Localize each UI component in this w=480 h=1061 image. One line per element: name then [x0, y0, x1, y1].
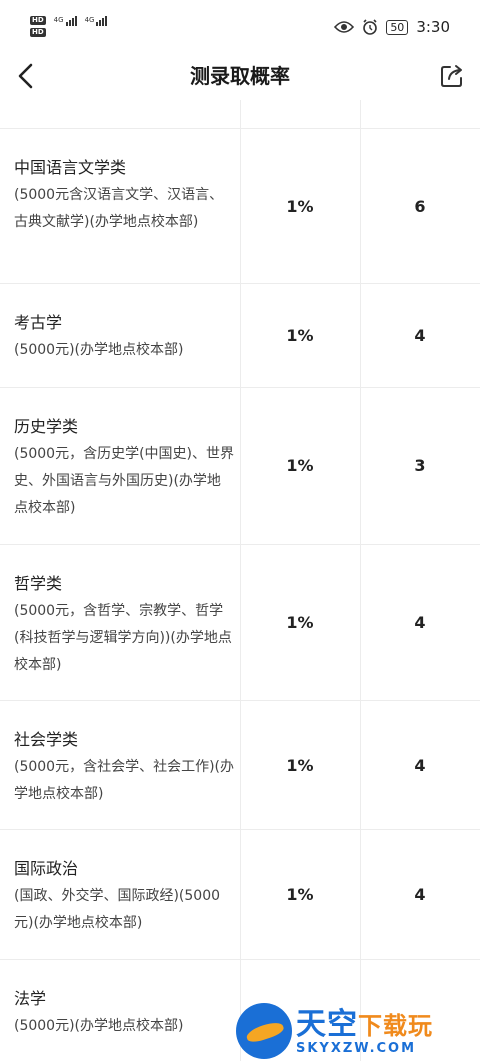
signal-icon: 4G: [85, 16, 108, 26]
probability-value: 1%: [286, 756, 314, 775]
clock: 3:30: [416, 18, 450, 36]
table-row[interactable]: 社会学类 (5000元，含社会学、社会工作)(办学地点校本部) 1% 4: [0, 700, 480, 829]
table-row[interactable]: 考古学 (5000元)(办学地点校本部) 1% 4: [0, 283, 480, 387]
major-detail: (5000元，含社会学、社会工作)(办学地点校本部): [14, 759, 235, 802]
major-cell: 历史学类 (5000元，含历史学(中国史)、世界史、外国语言与外国历史)(办学地…: [14, 416, 234, 522]
major-detail: (5000元，含历史学(中国史)、世界史、外国语言与外国历史)(办学地点校本部): [14, 446, 235, 516]
table-row[interactable]: 历史学类 (5000元，含历史学(中国史)、世界史、外国语言与外国历史)(办学地…: [0, 387, 480, 544]
watermark-logo-icon: [236, 1003, 292, 1059]
status-bar: HD HD 4G 4G 50 3:30: [0, 0, 480, 50]
probability-value: 1%: [286, 197, 314, 216]
major-detail: (5000元)(办学地点校本部): [14, 1018, 184, 1034]
hd-badge: HD: [30, 28, 46, 37]
count-value: 6: [414, 197, 426, 216]
hd-badge: HD: [30, 16, 46, 25]
site-watermark: 天空下载玩 SKYXZW.COM: [230, 999, 480, 1061]
probability-value: 1%: [286, 613, 314, 632]
alarm-icon: [363, 19, 378, 35]
major-cell: 国际政治 (国政、外交学、国际政经)(5000元)(办学地点校本部): [14, 858, 234, 937]
table-row[interactable]: 国际政治 (国政、外交学、国际政经)(5000元)(办学地点校本部) 1% 4: [0, 829, 480, 959]
major-cell: 中国语言文学类 (5000元含汉语言文学、汉语言、古典文献学)(办学地点校本部): [14, 157, 234, 236]
major-cell: 法学 (5000元)(办学地点校本部): [14, 988, 234, 1040]
count-value: 4: [414, 326, 426, 345]
share-button[interactable]: [434, 58, 470, 94]
major-cell: 社会学类 (5000元，含社会学、社会工作)(办学地点校本部): [14, 729, 234, 808]
count-value: 4: [414, 613, 426, 632]
major-detail: (5000元，含哲学、宗教学、哲学(科技哲学与逻辑学方向))(办学地点校本部): [14, 603, 232, 673]
watermark-title: 天空下载玩: [296, 1007, 433, 1042]
major-name: 社会学类: [14, 730, 79, 749]
major-detail: (5000元含汉语言文学、汉语言、古典文献学)(办学地点校本部): [14, 187, 224, 230]
count-value: 3: [414, 456, 426, 475]
page-title: 测录取概率: [190, 64, 290, 88]
status-left: HD HD 4G 4G: [30, 16, 108, 37]
major-name: 国际政治: [14, 859, 79, 878]
major-detail: (5000元)(办学地点校本部): [14, 342, 184, 358]
major-name: 历史学类: [14, 417, 79, 436]
major-name: 法学: [14, 989, 47, 1008]
major-name: 考古学: [14, 313, 63, 332]
eye-icon: [334, 21, 355, 33]
probability-value: 1%: [286, 456, 314, 475]
table-row[interactable]: 中国语言文学类 (5000元含汉语言文学、汉语言、古典文献学)(办学地点校本部)…: [0, 128, 480, 283]
status-right: 50 3:30: [334, 18, 450, 36]
major-cell: 哲学类 (5000元，含哲学、宗教学、哲学(科技哲学与逻辑学方向))(办学地点校…: [14, 573, 234, 679]
probability-value: 1%: [286, 326, 314, 345]
probability-table: 中国语言文学类 (5000元含汉语言文学、汉语言、古典文献学)(办学地点校本部)…: [0, 100, 480, 1061]
signal-icon: 4G: [54, 16, 77, 26]
probability-value: 1%: [286, 885, 314, 904]
app-header: 测录取概率: [0, 50, 480, 100]
major-detail: (国政、外交学、国际政经)(5000元)(办学地点校本部): [14, 888, 221, 931]
share-icon: [441, 65, 462, 87]
major-cell: 考古学 (5000元)(办学地点校本部): [14, 312, 234, 364]
major-name: 中国语言文学类: [14, 158, 127, 177]
count-value: 4: [414, 756, 426, 775]
watermark-url: SKYXZW.COM: [296, 1041, 417, 1056]
table-row[interactable]: 哲学类 (5000元，含哲学、宗教学、哲学(科技哲学与逻辑学方向))(办学地点校…: [0, 544, 480, 700]
count-value: 4: [414, 885, 426, 904]
battery-icon: 50: [386, 19, 409, 35]
major-name: 哲学类: [14, 574, 63, 593]
